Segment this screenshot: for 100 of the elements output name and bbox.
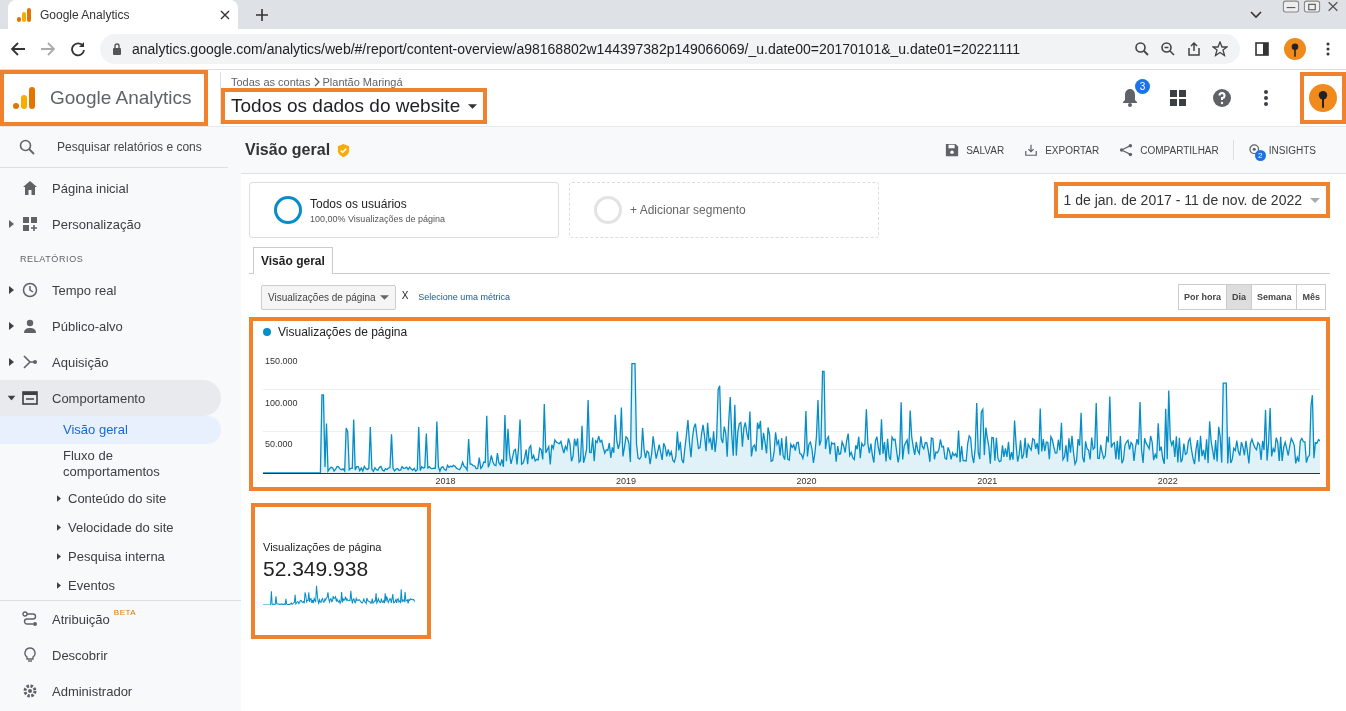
axis-label: 2021 [977, 476, 998, 486]
date-range-picker[interactable]: 1 de jan. de 2017 - 11 de nov. de 2022 [1053, 182, 1330, 218]
nav-item[interactable]: Atribuição BETA [0, 601, 221, 637]
remove-metric-button[interactable]: X [401, 289, 409, 301]
home-icon [22, 180, 38, 196]
nav-subitem[interactable]: Eventos [0, 571, 221, 600]
help-icon[interactable] [1212, 88, 1232, 108]
metric-dropdown[interactable]: Visualizações de página [261, 284, 396, 310]
empty-ring-icon [594, 196, 622, 224]
axis-label: 2022 [1157, 476, 1178, 486]
dashboard-icon [22, 216, 38, 232]
caret-right-icon [8, 220, 14, 228]
toolbar-button[interactable]: EXPORTAR [1014, 137, 1110, 163]
caret-right-icon [57, 553, 61, 560]
share-icon[interactable] [1186, 41, 1202, 57]
reload-icon[interactable] [70, 41, 86, 57]
granularity-button[interactable]: Dia [1225, 284, 1252, 310]
axis-label: 50.000 [265, 439, 293, 449]
back-arrow-icon[interactable] [10, 41, 26, 57]
verified-shield-icon [336, 142, 352, 158]
add-segment-card[interactable]: + Adicionar segmento [569, 182, 879, 238]
caret-icon [8, 358, 14, 366]
page-title: Visão geral [245, 141, 331, 159]
nav-subitem[interactable]: Velocidade do site [0, 513, 221, 542]
axis-label: 2019 [616, 476, 637, 486]
star-icon[interactable] [1212, 41, 1228, 57]
property-selector[interactable]: Todos os dados do website [221, 88, 488, 124]
scorecard-label: Visualizações de página [263, 541, 383, 553]
axis-label: 100.000 [265, 397, 298, 408]
axis-label: 150.000 [265, 356, 298, 366]
nav-item[interactable]: Personalização [0, 206, 221, 242]
zoom-out-icon[interactable] [1160, 41, 1176, 57]
caret-right-icon [57, 582, 61, 589]
product-name: Google Analytics [50, 87, 192, 109]
axis-label: 2020 [796, 476, 817, 486]
granularity-button[interactable]: Por hora [1177, 284, 1227, 310]
person-icon [22, 318, 38, 334]
minimize-icon[interactable] [1282, 0, 1300, 13]
nav-subitem[interactable]: Fluxo de comportamentos [0, 444, 173, 484]
caret-right-icon [57, 495, 61, 502]
segment-ring-icon [274, 196, 302, 224]
scorecard-value: 52.349.938 [263, 557, 370, 581]
toolbar-button[interactable]: SALVAR [935, 137, 1015, 163]
clock-icon [22, 282, 38, 298]
download-icon [1024, 143, 1039, 157]
nav-item[interactable]: Público-alvo [0, 308, 221, 344]
bar-chart-icon [12, 86, 36, 110]
dropdown-arrow-icon [468, 103, 478, 109]
address-field[interactable]: analytics.google.com/analytics/web/#/report/content-overview/a98168802w144397382p149066069/_u.date00=20170101&_u.date01=20221111 [100, 34, 1240, 64]
breadcrumb-link[interactable]: Plantão Maringá [322, 76, 403, 88]
new-tab-icon[interactable] [256, 9, 268, 21]
nav-item[interactable]: Administrador [0, 673, 221, 709]
fork-icon [22, 354, 38, 370]
select-metric-link[interactable]: Selecione uma métrica [418, 292, 510, 302]
search-field[interactable]: Pesquisar relatórios e cons [55, 139, 209, 155]
search-icon[interactable] [1134, 41, 1150, 57]
apps-grid-icon[interactable] [1168, 88, 1188, 108]
nav-subitem[interactable]: Pesquisa interna [0, 542, 221, 571]
segment-card[interactable]: Todos os usuários 100,00% Visualizações de página [249, 182, 559, 238]
segment-detail: 100,00% Visualizações de página [310, 213, 445, 224]
lock-icon [112, 43, 122, 55]
account-avatar[interactable] [1300, 72, 1346, 124]
report-tab[interactable]: Visão geral [253, 247, 333, 274]
bar-chart-icon [16, 6, 32, 23]
add-segment-label: + Adicionar segmento [630, 203, 746, 217]
nav-subitem[interactable]: Conteúdo do site [0, 484, 221, 513]
side-panel-icon[interactable] [1254, 41, 1270, 57]
nav-item[interactable]: Página inicial [0, 170, 221, 206]
notification-badge: 3 [1135, 79, 1150, 94]
legend-label: Visualizações de página [278, 325, 408, 339]
chevron-down-icon[interactable] [1250, 11, 1262, 19]
caret-icon [8, 322, 14, 330]
window-icon [22, 390, 38, 406]
bell-icon[interactable] [1120, 87, 1140, 107]
share-icon [1119, 143, 1134, 157]
search-icon [19, 139, 35, 155]
nav-subitem[interactable]: Visão geral [0, 416, 221, 444]
nav-item[interactable]: Comportamento [0, 380, 221, 416]
axis-label: 2018 [435, 476, 456, 486]
browser-tab[interactable]: Google Analytics [8, 0, 238, 29]
toolbar-button[interactable]: 2 INSIGHTS [1237, 137, 1326, 163]
restore-icon[interactable] [1303, 0, 1321, 13]
toolbar-button[interactable]: COMPARTILHAR [1109, 137, 1229, 163]
breadcrumb-link[interactable]: Todas as contas [231, 76, 311, 88]
close-icon[interactable] [220, 9, 230, 20]
product-logo-area[interactable]: Google Analytics [0, 70, 208, 126]
path-icon [22, 611, 38, 627]
nav-item[interactable]: Descobrir [0, 637, 221, 673]
avatar-icon[interactable] [1284, 38, 1306, 60]
granularity-button[interactable]: Mês [1296, 284, 1326, 310]
nav-item[interactable]: Tempo real [0, 272, 221, 308]
dropdown-arrow-icon [1310, 197, 1320, 203]
nav-item[interactable]: Aquisição [0, 344, 221, 380]
granularity-button[interactable]: Semana [1250, 284, 1298, 310]
caret-icon [8, 286, 14, 294]
beta-label: BETA [113, 608, 137, 617]
section-label: RELATÓRIOS [19, 253, 85, 266]
lightbulb-icon [22, 647, 38, 663]
caret-right-icon [57, 524, 61, 531]
dropdown-arrow-icon [379, 294, 389, 300]
